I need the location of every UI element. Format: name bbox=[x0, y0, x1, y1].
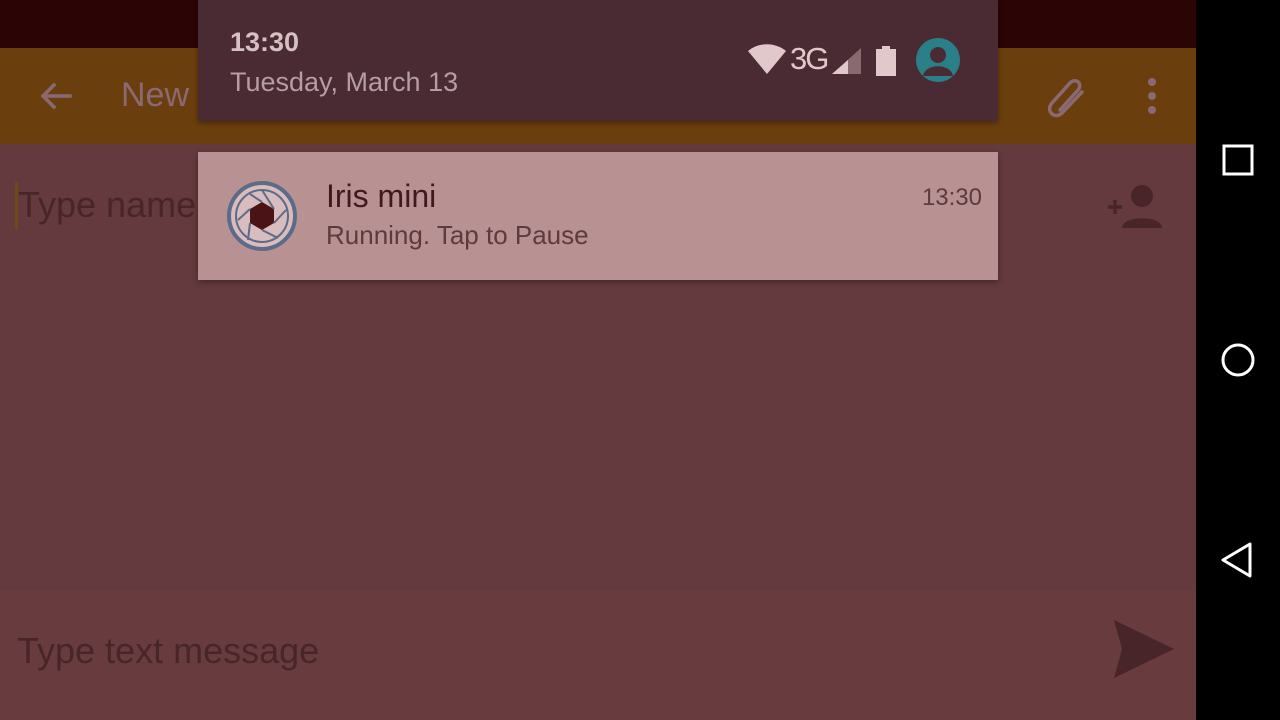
send-icon[interactable] bbox=[1108, 614, 1178, 684]
back-arrow-icon[interactable] bbox=[34, 74, 78, 118]
notification-shade-header: 13:30 Tuesday, March 13 3G bbox=[198, 0, 998, 121]
navigation-bar bbox=[1196, 0, 1280, 720]
shade-clock: 13:30 bbox=[230, 27, 300, 57]
add-contact-icon[interactable] bbox=[1104, 182, 1166, 232]
recents-icon[interactable] bbox=[1214, 136, 1262, 184]
notification-title: Iris mini bbox=[326, 178, 437, 214]
message-input[interactable]: Type text message bbox=[17, 630, 319, 672]
battery-icon bbox=[876, 46, 896, 76]
status-icons: 3G bbox=[748, 38, 988, 84]
notification-text: Running. Tap to Pause bbox=[326, 220, 589, 250]
shade-date[interactable]: Tuesday, March 13 bbox=[230, 67, 458, 98]
back-icon[interactable] bbox=[1214, 536, 1262, 584]
app-screen: New Type name Type text message 13:30 Tu… bbox=[0, 0, 1196, 720]
network-type-label: 3G bbox=[790, 41, 829, 76]
wifi-icon bbox=[748, 44, 786, 74]
home-icon[interactable] bbox=[1214, 336, 1262, 384]
aperture-icon bbox=[227, 181, 297, 251]
more-vert-icon[interactable] bbox=[1136, 74, 1168, 118]
notification-card[interactable]: Iris mini Running. Tap to Pause 13:30 bbox=[198, 152, 998, 280]
toolbar-title: New bbox=[121, 76, 190, 114]
signal-icon bbox=[832, 48, 861, 74]
recipient-input[interactable]: Type name bbox=[18, 184, 196, 226]
notification-time: 13:30 bbox=[921, 184, 982, 211]
compose-bar: Type text message bbox=[0, 590, 1196, 720]
paperclip-icon[interactable] bbox=[1040, 70, 1096, 126]
user-avatar-icon[interactable] bbox=[916, 38, 960, 82]
